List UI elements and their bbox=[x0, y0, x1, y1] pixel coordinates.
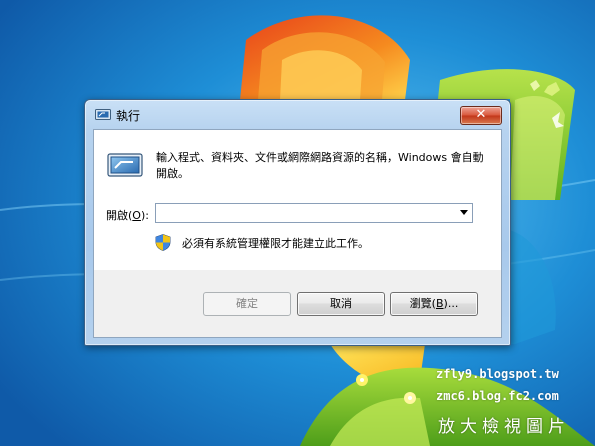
watermark-zoom-link[interactable]: 放大檢視圖片 bbox=[438, 412, 570, 437]
ok-button[interactable]: 確定 bbox=[203, 292, 291, 316]
content-area: 輸入程式、資料夾、文件或網際網路資源的名稱，Windows 會自動開啟。 開啟(… bbox=[94, 130, 501, 270]
browse-label-suffix: )... bbox=[443, 297, 459, 310]
open-label-prefix: 開啟( bbox=[106, 209, 133, 222]
run-program-icon bbox=[107, 153, 143, 177]
run-dialog: 執行 ✕ 輸入程式、資料夾、文件或網際網路資源的名稱，Windows 會自動開啟… bbox=[84, 99, 511, 346]
run-description: 輸入程式、資料夾、文件或網際網路資源的名稱，Windows 會自動開啟。 bbox=[156, 151, 484, 180]
shield-icon bbox=[155, 234, 171, 251]
browse-label-accesskey: B bbox=[435, 297, 444, 310]
watermark-line-2: zmc6.blog.fc2.com bbox=[436, 389, 559, 403]
browse-label-prefix: 瀏覽( bbox=[409, 297, 436, 310]
browse-button[interactable]: 瀏覽(B)... bbox=[390, 292, 478, 316]
cancel-label: 取消 bbox=[330, 297, 352, 310]
dropdown-arrow-icon[interactable] bbox=[460, 210, 468, 215]
ok-label: 確定 bbox=[236, 297, 258, 310]
window-title: 執行 bbox=[116, 109, 141, 123]
close-icon: ✕ bbox=[475, 107, 487, 122]
title-bar[interactable]: 執行 ✕ bbox=[85, 100, 510, 128]
open-combobox[interactable] bbox=[155, 203, 473, 223]
cancel-button[interactable]: 取消 bbox=[297, 292, 385, 316]
watermark-line-1: zfly9.blogspot.tw bbox=[436, 367, 559, 381]
open-label: 開啟(O): bbox=[106, 207, 149, 223]
open-label-accesskey: O bbox=[132, 209, 141, 222]
admin-note: 必須有系統管理權限才能建立此工作。 bbox=[182, 237, 369, 250]
run-program-icon bbox=[95, 109, 111, 120]
open-label-suffix: ): bbox=[140, 209, 149, 222]
close-button[interactable]: ✕ bbox=[460, 106, 502, 125]
